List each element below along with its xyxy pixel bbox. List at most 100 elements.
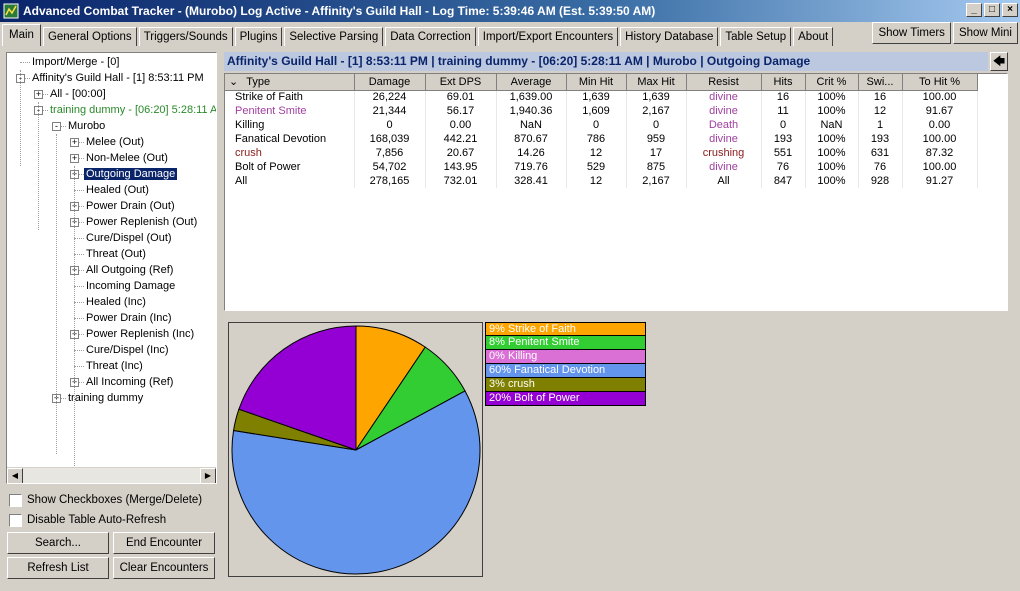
column-header[interactable]: Resist bbox=[686, 74, 762, 91]
tree-node-label[interactable]: All Outgoing (Ref) bbox=[84, 264, 175, 276]
scroll-right-icon[interactable]: ▶ bbox=[200, 468, 216, 483]
tree-node-label[interactable]: Cure/Dispel (Inc) bbox=[84, 344, 171, 356]
tree-node-label[interactable]: Power Drain (Inc) bbox=[84, 312, 174, 324]
tree-node-label[interactable]: Healed (Out) bbox=[84, 184, 151, 196]
tree-node[interactable]: Outgoing Damage bbox=[82, 166, 179, 182]
table-cell: Killing bbox=[225, 118, 355, 132]
table-row[interactable]: All 278,165 732.01 328.41 12 2,167 All 847 100% 9… bbox=[225, 174, 978, 188]
refresh-list-button[interactable]: Refresh List bbox=[7, 557, 109, 579]
maximize-button[interactable]: □ bbox=[984, 3, 1000, 17]
expand-icon[interactable]: + bbox=[70, 154, 79, 163]
column-header[interactable]: Ext DPS bbox=[425, 74, 497, 91]
tab-data-correction[interactable]: Data Correction bbox=[385, 27, 476, 46]
tree-node-label[interactable]: Threat (Inc) bbox=[84, 360, 145, 372]
tab-table-setup[interactable]: Table Setup bbox=[720, 27, 792, 46]
tree-node-label[interactable]: Cure/Dispel (Out) bbox=[84, 232, 174, 244]
table-cell: divine bbox=[686, 90, 762, 104]
tree-node-label[interactable]: Melee (Out) bbox=[84, 136, 146, 148]
tab-about[interactable]: About bbox=[793, 27, 834, 46]
close-button[interactable]: × bbox=[1002, 3, 1018, 17]
tab-general-options[interactable]: General Options bbox=[42, 27, 137, 46]
tree-node-label[interactable]: Power Drain (Out) bbox=[84, 200, 177, 212]
tree-node[interactable]: Incoming Damage bbox=[84, 278, 177, 294]
tree-node[interactable]: Melee (Out) bbox=[84, 134, 146, 150]
end-encounter-button[interactable]: End Encounter bbox=[113, 532, 215, 554]
tree-horizontal-scrollbar[interactable]: ◀ ▶ bbox=[7, 467, 216, 483]
column-header[interactable]: ⌄ Type bbox=[225, 74, 355, 91]
show-timers-button[interactable]: Show Timers bbox=[872, 22, 951, 44]
table-cell: Fanatical Devotion bbox=[225, 132, 355, 146]
disable-refresh-checkbox[interactable] bbox=[9, 513, 22, 527]
tree-node[interactable]: Healed (Inc) bbox=[84, 294, 148, 310]
tab-selective-parsing[interactable]: Selective Parsing bbox=[284, 27, 384, 46]
encounter-tree[interactable]: Import/Merge - [0] Affinity's Guild Hall … bbox=[6, 52, 217, 484]
show-checkboxes-option[interactable]: Show Checkboxes (Merge/Delete) bbox=[9, 493, 202, 507]
column-header[interactable]: Average bbox=[496, 74, 567, 91]
table-row[interactable]: crush 7,856 20.67 14.26 12 17 crushing 551 100% 6… bbox=[225, 146, 978, 160]
tree-node[interactable]: Healed (Out) bbox=[84, 182, 151, 198]
tree-node-label[interactable]: All - [00:00] bbox=[48, 88, 108, 100]
tree-node[interactable]: Affinity's Guild Hall - [1] 8:53:11 PM bbox=[30, 70, 206, 86]
tree-node-label[interactable]: training dummy bbox=[66, 392, 145, 404]
table-cell: crushing bbox=[686, 146, 762, 160]
tree-node[interactable]: Non-Melee (Out) bbox=[84, 150, 170, 166]
tab-history-database[interactable]: History Database bbox=[620, 27, 719, 46]
column-header[interactable]: Crit % bbox=[805, 74, 859, 91]
tab-triggers-sounds[interactable]: Triggers/Sounds bbox=[138, 27, 233, 46]
tree-node[interactable]: Cure/Dispel (Inc) bbox=[84, 342, 171, 358]
tree-node-label[interactable]: Murobo bbox=[66, 120, 107, 132]
tree-node[interactable]: Power Replenish (Inc) bbox=[84, 326, 196, 342]
tree-node[interactable]: training dummy bbox=[66, 390, 145, 406]
tree-node[interactable]: All Incoming (Ref) bbox=[84, 374, 175, 390]
disable-refresh-option[interactable]: Disable Table Auto-Refresh bbox=[9, 513, 166, 527]
tree-node-label[interactable]: All Incoming (Ref) bbox=[84, 376, 175, 388]
tree-node[interactable]: Threat (Out) bbox=[84, 246, 148, 262]
tab-plugins[interactable]: Plugins bbox=[234, 27, 283, 46]
tree-node-label[interactable]: Non-Melee (Out) bbox=[84, 152, 170, 164]
tab-main[interactable]: Main bbox=[2, 24, 41, 46]
tree-node-label[interactable]: Outgoing Damage bbox=[82, 167, 179, 181]
tree-node[interactable]: Power Replenish (Out) bbox=[84, 214, 199, 230]
show-mini-button[interactable]: Show Mini bbox=[952, 22, 1018, 44]
column-header[interactable]: Damage bbox=[354, 74, 426, 91]
tree-node[interactable]: training dummy - [06:20] 5:28:11 AM bbox=[48, 102, 216, 118]
tree-node[interactable]: All - [00:00] bbox=[48, 86, 108, 102]
damage-table[interactable]: ⌄ Type Damage Ext DPS Average Min Hit Max Hit R… bbox=[224, 73, 1008, 311]
tree-node-label[interactable]: Import/Merge - [0] bbox=[30, 56, 121, 68]
show-checkboxes-checkbox[interactable] bbox=[9, 493, 22, 507]
scroll-left-icon[interactable]: ◀ bbox=[7, 468, 23, 483]
column-header[interactable]: Max Hit bbox=[626, 74, 687, 91]
tree-node[interactable]: Import/Merge - [0] bbox=[30, 54, 121, 70]
tree-node[interactable]: Power Drain (Inc) bbox=[84, 310, 174, 326]
table-row[interactable]: Penitent Smite 21,344 56.17 1,940.36 1,609 2,… bbox=[225, 104, 978, 118]
tree-node[interactable]: All Outgoing (Ref) bbox=[84, 262, 175, 278]
tree-node-label[interactable]: Affinity's Guild Hall - [1] 8:53:11 PM bbox=[30, 72, 206, 84]
tree-node[interactable]: Cure/Dispel (Out) bbox=[84, 230, 174, 246]
panel-splitter[interactable] bbox=[224, 313, 1020, 316]
tree-node[interactable]: Threat (Inc) bbox=[84, 358, 145, 374]
clear-encounters-button[interactable]: Clear Encounters bbox=[113, 557, 215, 579]
tree-node-label[interactable]: Healed (Inc) bbox=[84, 296, 148, 308]
table-row[interactable]: Bolt of Power 54,702 143.95 719.76 529 875 div… bbox=[225, 160, 978, 174]
column-header[interactable]: Hits bbox=[761, 74, 806, 91]
column-header[interactable]: To Hit % bbox=[902, 74, 978, 91]
column-header[interactable]: Swi... bbox=[858, 74, 903, 91]
tree-node-label[interactable]: Power Replenish (Out) bbox=[84, 216, 199, 228]
tree-node-label[interactable]: Incoming Damage bbox=[84, 280, 177, 292]
search-button[interactable]: Search... bbox=[7, 532, 109, 554]
tree-node-label[interactable]: Threat (Out) bbox=[84, 248, 148, 260]
expand-icon[interactable]: + bbox=[70, 138, 79, 147]
tree-node[interactable]: Power Drain (Out) bbox=[84, 198, 177, 214]
back-arrow-icon[interactable]: 🡄 bbox=[990, 52, 1008, 71]
table-row[interactable]: Fanatical Devotion 168,039 442.21 870.67 786… bbox=[225, 132, 978, 146]
tree-node-label[interactable]: training dummy - [06:20] 5:28:11 AM bbox=[48, 104, 216, 116]
expand-icon[interactable]: + bbox=[34, 90, 43, 99]
column-header[interactable]: Min Hit bbox=[566, 74, 627, 91]
tree-node[interactable]: Murobo bbox=[66, 118, 107, 134]
tab-import-export-encounters[interactable]: Import/Export Encounters bbox=[477, 27, 619, 46]
table-row[interactable]: Killing 0 0.00 NaN 0 0 Death 0 NaN 1 0.00 bbox=[225, 118, 978, 132]
tree-node-label[interactable]: Power Replenish (Inc) bbox=[84, 328, 196, 340]
collapse-icon[interactable]: - bbox=[52, 122, 61, 131]
minimize-button[interactable]: _ bbox=[966, 3, 982, 17]
table-row[interactable]: Strike of Faith 26,224 69.01 1,639.00 1,639 1… bbox=[225, 90, 978, 104]
